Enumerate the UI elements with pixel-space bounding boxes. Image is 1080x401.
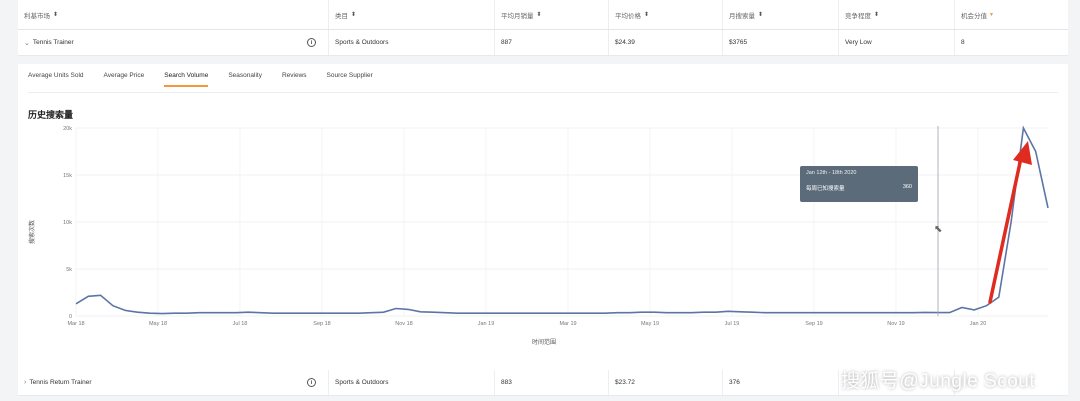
competition-cell: Very Low bbox=[838, 30, 954, 55]
sort-icon[interactable]: ⬍ bbox=[644, 11, 649, 18]
tab-seasonality[interactable]: Seasonality bbox=[228, 72, 262, 87]
col-search[interactable]: 月搜索量 ⬍ bbox=[722, 0, 838, 29]
sort-icon[interactable]: ⬍ bbox=[537, 11, 542, 18]
table-row[interactable]: ⌄ Tennis Trainer i Sports & Outdoors 887 … bbox=[18, 30, 1068, 56]
sort-icon[interactable]: ⬍ bbox=[874, 11, 879, 18]
detail-panel: Average Units Sold Average Price Search … bbox=[18, 64, 1068, 370]
table-header: 利基市场 ⬍ 类目 ⬍ 平均月销量 ⬍ 平均价格 ⬍ 月搜索量 ⬍ 竞争程度 ⬍ 机会分值 ▾ bbox=[18, 0, 1068, 30]
search-cell: 376 bbox=[722, 370, 838, 395]
chart-title: 历史搜索量 bbox=[28, 110, 74, 120]
tooltip-value: 360 bbox=[902, 184, 912, 190]
units-cell: 883 bbox=[494, 370, 608, 395]
tooltip-metric: 每周已知搜索量 bbox=[806, 186, 845, 192]
info-icon[interactable]: i bbox=[307, 378, 316, 387]
chevron-down-icon[interactable]: ⌄ bbox=[24, 39, 30, 47]
col-niche[interactable]: 利基市场 ⬍ bbox=[18, 0, 328, 29]
sort-icon[interactable]: ⬍ bbox=[53, 11, 58, 18]
price-cell: $24.39 bbox=[608, 30, 722, 55]
units-cell: 887 bbox=[494, 30, 608, 55]
sort-down-icon[interactable]: ▾ bbox=[990, 11, 993, 18]
col-units[interactable]: 平均月销量 ⬍ bbox=[494, 0, 608, 29]
col-price[interactable]: 平均价格 ⬍ bbox=[608, 0, 722, 29]
score-cell: 8 bbox=[954, 30, 1068, 55]
tab-bar: Average Units Sold Average Price Search … bbox=[28, 72, 393, 87]
mouse-pointer-icon: ⬉ bbox=[934, 224, 943, 235]
sort-icon[interactable]: ⬍ bbox=[351, 11, 356, 18]
watermark: 搜狐号@Jungle Scout bbox=[841, 371, 1036, 392]
col-competition[interactable]: 竞争程度 ⬍ bbox=[838, 0, 954, 29]
info-icon[interactable]: i bbox=[307, 38, 316, 47]
col-category[interactable]: 类目 ⬍ bbox=[328, 0, 494, 29]
chevron-right-icon[interactable]: › bbox=[24, 379, 26, 386]
sort-icon[interactable]: ⬍ bbox=[758, 11, 763, 18]
chart-tooltip: Jan 12th - 18th 2020 每周已知搜索量 360 bbox=[800, 166, 918, 202]
tab-average-price[interactable]: Average Price bbox=[104, 72, 145, 87]
niche-name[interactable]: Tennis Trainer bbox=[33, 39, 74, 46]
tab-divider bbox=[28, 92, 1058, 93]
search-cell: $3765 bbox=[722, 30, 838, 55]
tooltip-date: Jan 12th - 18th 2020 bbox=[806, 170, 857, 176]
category-cell: Sports & Outdoors bbox=[328, 30, 494, 55]
tab-reviews[interactable]: Reviews bbox=[282, 72, 307, 87]
price-cell: $23.72 bbox=[608, 370, 722, 395]
category-cell: Sports & Outdoors bbox=[328, 370, 494, 395]
tab-search-volume[interactable]: Search Volume bbox=[164, 72, 209, 87]
tab-average-units-sold[interactable]: Average Units Sold bbox=[28, 72, 84, 87]
tab-source-supplier[interactable]: Source Supplier bbox=[327, 72, 373, 87]
niche-name[interactable]: Tennis Return Trainer bbox=[29, 379, 91, 386]
col-score[interactable]: 机会分值 ▾ bbox=[954, 0, 1068, 29]
